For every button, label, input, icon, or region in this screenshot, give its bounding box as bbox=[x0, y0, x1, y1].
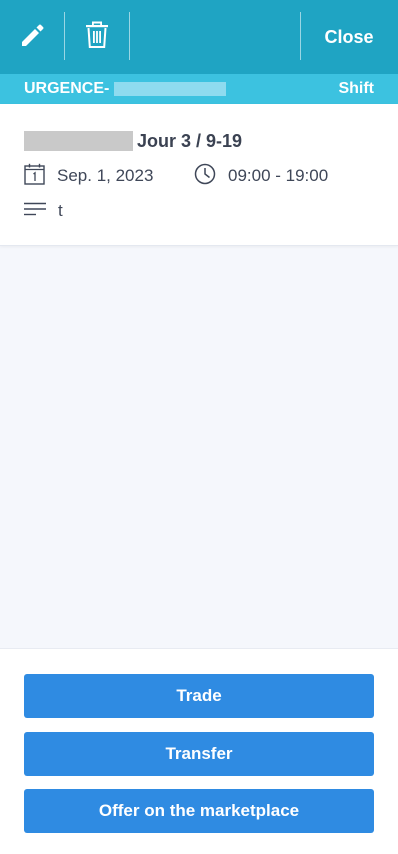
shift-details-card: Jour 3 / 9-19 Sep. 1, 2023 09:00 - 19:00 bbox=[0, 104, 398, 246]
transfer-button[interactable]: Transfer bbox=[24, 732, 374, 776]
department-label: URGENCE- bbox=[24, 80, 227, 98]
offer-marketplace-button[interactable]: Offer on the marketplace bbox=[24, 789, 374, 833]
close-label: Close bbox=[324, 26, 374, 47]
calendar-icon bbox=[24, 163, 57, 190]
pencil-icon bbox=[18, 21, 46, 54]
shift-actions-panel: Trade Transfer Offer on the marketplace bbox=[0, 648, 398, 854]
edit-button[interactable] bbox=[0, 0, 64, 74]
shift-title: Jour 3 / 9-19 bbox=[24, 130, 242, 152]
notes-icon bbox=[24, 201, 58, 221]
shift-date-text: Sep. 1, 2023 bbox=[57, 166, 154, 185]
toolbar-divider bbox=[129, 12, 130, 60]
trash-icon bbox=[83, 20, 111, 55]
shift-description: t bbox=[24, 199, 63, 223]
shift-description-text: t bbox=[58, 201, 63, 220]
shift-time: 09:00 - 19:00 bbox=[194, 163, 329, 190]
redacted-block bbox=[24, 131, 133, 151]
clock-icon bbox=[194, 163, 228, 190]
close-button[interactable]: Close bbox=[300, 0, 398, 74]
shift-time-text: 09:00 - 19:00 bbox=[228, 166, 329, 185]
delete-button[interactable] bbox=[65, 0, 129, 74]
redacted-block bbox=[114, 82, 227, 96]
department-name: URGENCE- bbox=[24, 80, 110, 97]
event-type-label: Shift bbox=[338, 80, 374, 97]
shift-date: Sep. 1, 2023 bbox=[24, 163, 154, 190]
trade-button[interactable]: Trade bbox=[24, 674, 374, 718]
shift-title-text: Jour 3 / 9-19 bbox=[137, 131, 243, 151]
top-toolbar: Close bbox=[0, 0, 398, 74]
shift-subheader: URGENCE- Shift bbox=[0, 74, 398, 104]
